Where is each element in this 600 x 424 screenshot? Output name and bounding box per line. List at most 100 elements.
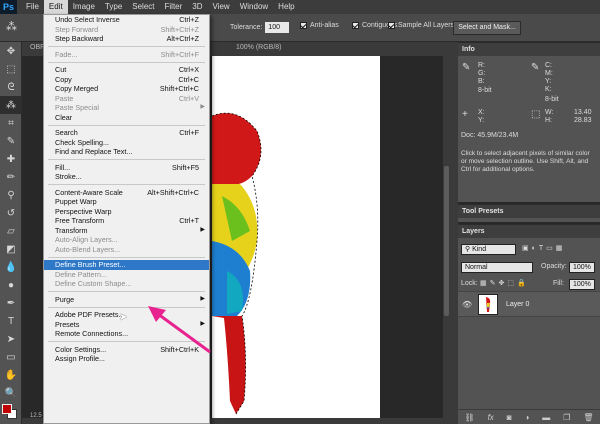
anti-alias-option[interactable]: Anti-alias [300, 22, 339, 29]
mask-icon[interactable]: ◙ [507, 413, 512, 422]
menu-item-stroke[interactable]: Stroke... [44, 172, 209, 182]
menu-item-shortcut: Shift+Ctrl+C [159, 84, 199, 93]
menu-item-paste[interactable]: Paste Ctrl+V [44, 94, 209, 104]
contiguous-checkbox[interactable] [352, 22, 359, 29]
menu-item-fill[interactable]: Fill... Shift+F5 [44, 163, 209, 173]
new-layer-icon[interactable]: ❐ [563, 413, 570, 422]
layer-row[interactable]: 👁 Layer 0 [458, 291, 600, 317]
menu-item-auto-align-layers[interactable]: Auto-Align Layers... [44, 235, 209, 245]
lasso-tool-icon[interactable]: ᘓ [0, 78, 22, 96]
clone-stamp-icon[interactable]: ⚲ [0, 186, 22, 204]
gradient-tool-icon[interactable]: ◩ [0, 240, 22, 258]
menu-item-shortcut: Ctrl+X [178, 65, 199, 74]
y-label: Y: [545, 78, 552, 85]
x-value: 13.40 [574, 109, 592, 116]
menu-item-paste-special[interactable]: Paste Special ▶ [44, 103, 209, 113]
menu-item-copy[interactable]: Copy Ctrl+C [44, 75, 209, 85]
crop-tool-icon[interactable]: ⌗ [0, 114, 22, 132]
layer-name[interactable]: Layer 0 [506, 301, 529, 308]
menu-help[interactable]: Help [273, 0, 299, 14]
zoom-level[interactable]: 12.5 [30, 413, 42, 419]
menu-filter[interactable]: Filter [160, 0, 188, 14]
menu-3d[interactable]: 3D [187, 0, 207, 14]
menu-item-find-and-replace-text[interactable]: Find and Replace Text... [44, 147, 209, 157]
info-panel-title[interactable]: Info [458, 43, 600, 56]
menu-file[interactable]: File [21, 0, 44, 14]
tolerance-input[interactable]: 100 [265, 22, 290, 33]
menu-item-label: Step Forward [55, 24, 99, 34]
menu-image[interactable]: Image [68, 0, 100, 14]
menu-item-step-backward[interactable]: Step Backward Alt+Ctrl+Z [44, 34, 209, 44]
layer-thumbnail-image [486, 297, 491, 312]
menu-item-define-custom-shape[interactable]: Define Custom Shape... [44, 279, 209, 289]
blend-mode-select[interactable]: Normal [461, 262, 533, 273]
menu-item-step-forward[interactable]: Step Forward Shift+Ctrl+Z [44, 25, 209, 35]
path-selection-icon[interactable]: ➤ [0, 330, 22, 348]
menu-item-undo-select-inverse[interactable]: Undo Select Inverse Ctrl+Z [44, 15, 209, 25]
sample-all-checkbox[interactable] [388, 22, 395, 29]
menu-item-puppet-warp[interactable]: Puppet Warp [44, 197, 209, 207]
tool-presets-title[interactable]: Tool Presets [458, 205, 600, 218]
adjustment-icon[interactable]: ◑ [525, 413, 530, 422]
menu-item-define-pattern[interactable]: Define Pattern... [44, 270, 209, 280]
menu-item-search[interactable]: Search Ctrl+F [44, 128, 209, 138]
history-brush-icon[interactable]: ↺ [0, 204, 22, 222]
fill-input[interactable]: 100% [569, 279, 595, 290]
menu-item-auto-blend-layers[interactable]: Auto-Blend Layers... [44, 245, 209, 255]
eye-icon[interactable]: 👁 [462, 300, 472, 309]
menu-item-define-brush-preset[interactable]: Define Brush Preset... [44, 260, 209, 270]
opacity-input[interactable]: 100% [569, 262, 595, 273]
fx-icon[interactable]: fx [488, 413, 494, 422]
y-label: Y: [478, 117, 485, 124]
eyedropper-tool-icon[interactable]: ✎ [0, 132, 22, 150]
menu-item-label: Define Brush Preset... [55, 260, 126, 269]
menu-item-label: Remote Connections... [55, 329, 129, 338]
menu-item-label: Cut [55, 65, 67, 74]
zoom-tool-icon[interactable]: 🔍 [0, 384, 22, 402]
foreground-color-swatch[interactable] [2, 404, 12, 414]
brush-tool-icon[interactable]: ✏ [0, 168, 22, 186]
anti-alias-checkbox[interactable] [300, 22, 307, 29]
menu-item-transform[interactable]: Transform ▶ [44, 226, 209, 236]
link-icon[interactable]: ⛓ [464, 413, 474, 422]
menu-item-label: Purge [55, 294, 75, 304]
type-tool-icon[interactable]: T [0, 312, 22, 330]
eraser-tool-icon[interactable]: ▱ [0, 222, 22, 240]
sample-all-option[interactable]: Sample All Layers [388, 22, 454, 29]
menu-item-cut[interactable]: Cut Ctrl+X [44, 65, 209, 75]
move-tool-icon[interactable]: ✥ [0, 42, 22, 60]
menu-type[interactable]: Type [100, 0, 127, 14]
shape-tool-icon[interactable]: ▭ [0, 348, 22, 366]
menu-item-content-aware-scale[interactable]: Content-Aware Scale Alt+Shift+Ctrl+C [44, 188, 209, 198]
pen-tool-icon[interactable]: ✒ [0, 294, 22, 312]
layer-filter-icons[interactable]: ▣◐T▭▦ [522, 244, 565, 252]
menu-view[interactable]: View [208, 0, 235, 14]
menu-item-label: Auto-Align Layers... [55, 235, 118, 244]
layers-panel-title[interactable]: Layers [458, 225, 600, 238]
menu-item-free-transform[interactable]: Free Transform Ctrl+T [44, 216, 209, 226]
menu-item-perspective-warp[interactable]: Perspective Warp [44, 207, 209, 217]
menu-item-fade[interactable]: Fade... Shift+Ctrl+F [44, 50, 209, 60]
select-and-mask-button[interactable]: Select and Mask... [453, 21, 521, 35]
magic-wand-icon[interactable]: ⁂ [6, 20, 17, 33]
menu-item-label: Fill... [55, 162, 71, 172]
vertical-scrollbar[interactable] [443, 56, 450, 418]
kind-filter[interactable]: ⚲ Kind [461, 244, 516, 255]
trash-icon[interactable]: 🗑 [583, 413, 593, 422]
menu-select[interactable]: Select [127, 0, 159, 14]
scrollbar-thumb[interactable] [444, 166, 449, 316]
healing-brush-icon[interactable]: ✚ [0, 150, 22, 168]
folder-icon[interactable]: ▬ [542, 413, 550, 422]
menu-item-copy-merged[interactable]: Copy Merged Shift+Ctrl+C [44, 84, 209, 94]
menu-edit[interactable]: Edit [43, 0, 68, 14]
marquee-tool-icon[interactable]: ⬚ [0, 60, 22, 78]
lock-icons[interactable]: ▦✎✥⬚🔒 [480, 279, 529, 287]
document-canvas[interactable] [212, 56, 380, 418]
dodge-tool-icon[interactable]: ● [0, 276, 22, 294]
menu-window[interactable]: Window [235, 0, 273, 14]
magic-wand-tool-icon[interactable]: ⁂ [0, 96, 22, 114]
blur-tool-icon[interactable]: 💧 [0, 258, 22, 276]
menu-item-clear[interactable]: Clear [44, 113, 209, 123]
hand-tool-icon[interactable]: ✋ [0, 366, 22, 384]
menu-item-check-spelling[interactable]: Check Spelling... [44, 138, 209, 148]
